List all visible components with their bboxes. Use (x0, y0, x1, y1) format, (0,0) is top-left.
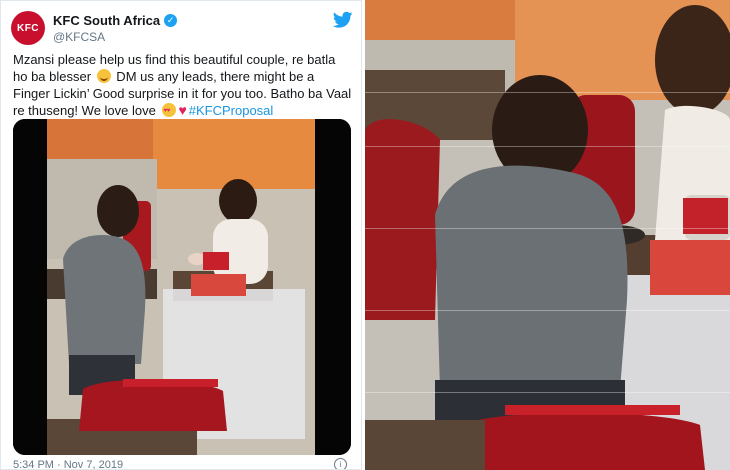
zoomed-photo-panel (365, 0, 730, 470)
scanline (365, 228, 730, 229)
scanline (365, 310, 730, 311)
zoomed-proposal-photo (365, 0, 730, 470)
tweet-card: KFC KFC South Africa ✓ @KFCSA Mzansi ple… (0, 0, 362, 470)
hashtag-link[interactable]: #KFCProposal (189, 103, 274, 118)
tweet-text: Mzansi please help us find this beautifu… (13, 51, 353, 120)
avatar-label: KFC (16, 22, 40, 34)
red-heart-icon: ♥ (178, 102, 187, 118)
verified-badge-icon: ✓ (164, 14, 178, 27)
info-icon[interactable]: i (334, 458, 347, 469)
tweet-media-photo[interactable] (13, 119, 351, 455)
proposal-photo (13, 119, 351, 455)
heart-eyes-icon (162, 103, 177, 120)
scanline (365, 146, 730, 147)
scanline (365, 392, 730, 393)
kfc-logo-icon[interactable]: KFC (11, 11, 45, 45)
name-row: KFC South Africa ✓ (53, 13, 178, 28)
display-name[interactable]: KFC South Africa (53, 13, 160, 28)
twitter-bird-icon[interactable] (333, 11, 353, 29)
smiling-face-icon (96, 69, 111, 83)
tweet-header: KFC KFC South Africa ✓ @KFCSA (11, 11, 353, 47)
tweet-timestamp[interactable]: 5:34 PM · Nov 7, 2019 (13, 459, 353, 469)
scanline (365, 92, 730, 93)
user-handle[interactable]: @KFCSA (53, 30, 105, 44)
